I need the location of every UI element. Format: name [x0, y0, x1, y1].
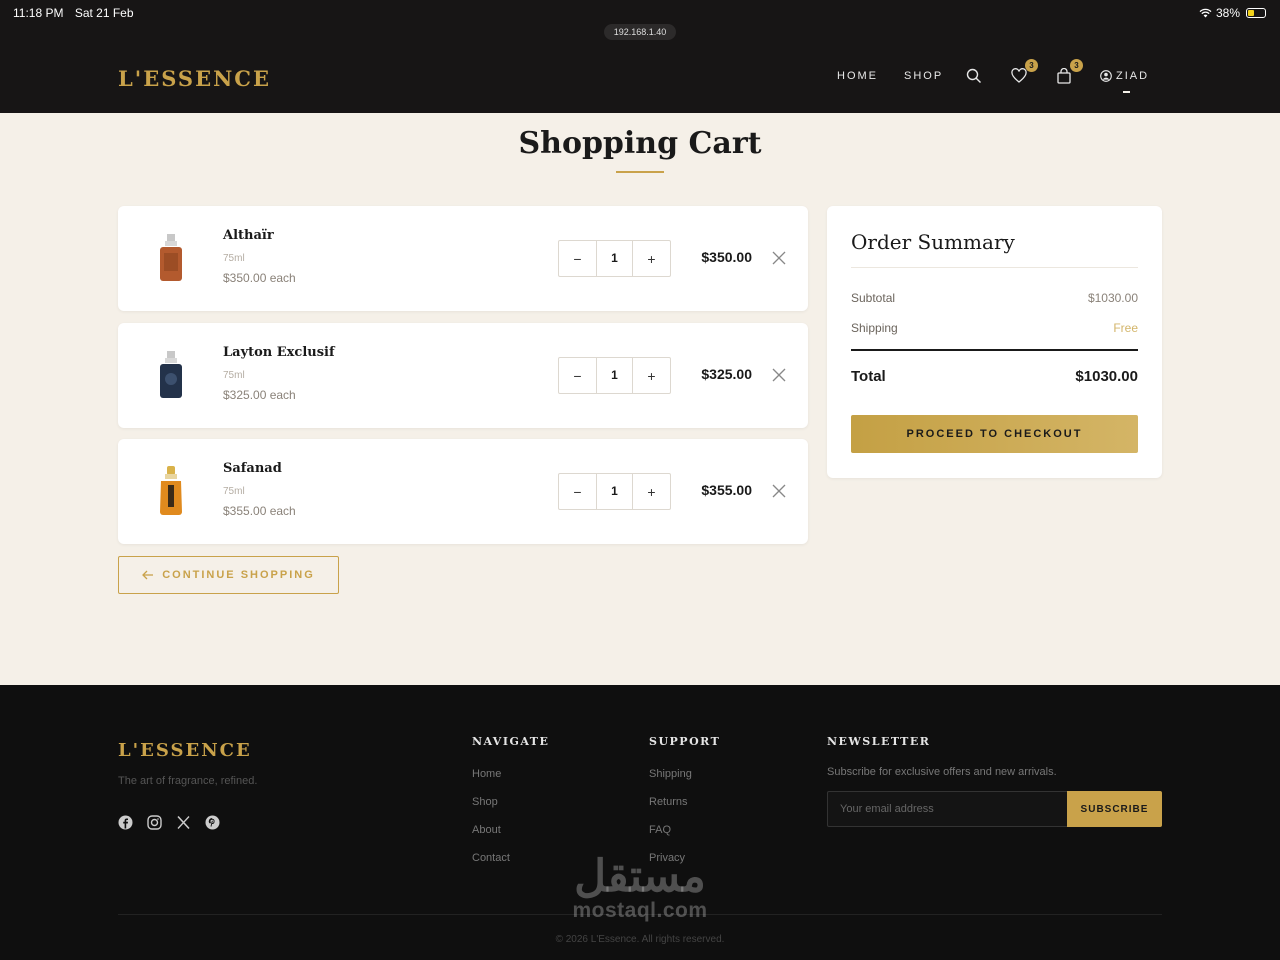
search-icon	[966, 68, 981, 83]
increase-quantity-button[interactable]: +	[633, 474, 670, 509]
item-name[interactable]: Althaïr	[223, 228, 274, 243]
continue-shopping-button[interactable]: CONTINUE SHOPPING	[118, 556, 339, 594]
cart-button[interactable]: 3	[1056, 59, 1083, 86]
footer-link-returns[interactable]: Returns	[649, 796, 688, 808]
watermark-latin: mostaql.com	[572, 899, 708, 922]
cart-item: Safanad 75ml $355.00 each − 1 + $355.00	[118, 439, 808, 544]
wifi-icon	[1199, 8, 1212, 18]
status-time: 11:18 PM	[13, 6, 64, 20]
summary-divider	[851, 267, 1138, 268]
quantity-stepper: − 1 +	[558, 357, 671, 394]
heart-icon	[1011, 68, 1027, 83]
user-icon	[1100, 70, 1112, 82]
item-size: 75ml	[223, 370, 245, 381]
shipping-value: Free	[1113, 321, 1138, 335]
total-label: Total	[851, 368, 886, 385]
x-icon[interactable]	[176, 815, 191, 830]
wishlist-count-badge: 3	[1025, 59, 1038, 72]
battery-percent: 38%	[1215, 6, 1240, 20]
url-address[interactable]: 192.168.1.40	[604, 24, 676, 40]
instagram-icon[interactable]	[147, 815, 162, 830]
title-underline	[616, 171, 664, 173]
nav-home[interactable]: HOME	[837, 70, 878, 82]
quantity-stepper: − 1 +	[558, 240, 671, 277]
site-footer: L'ESSENCE The art of fragrance, refined.…	[0, 685, 1280, 960]
subtotal-value: $1030.00	[1087, 291, 1138, 305]
copyright-text: © 2026 L'Essence. All rights reserved.	[555, 934, 725, 945]
product-image-safanad	[160, 466, 182, 515]
product-image-layton	[160, 351, 182, 398]
page-title: Shopping Cart	[518, 126, 762, 161]
increase-quantity-button[interactable]: +	[633, 358, 670, 393]
user-name: ZIAD	[1116, 70, 1150, 82]
watermark-arabic: مستقل	[574, 852, 706, 901]
status-bar-left: 11:18 PM Sat 21 Feb	[13, 6, 142, 20]
status-bar-right: 38%	[1199, 6, 1266, 20]
increase-quantity-button[interactable]: +	[633, 241, 670, 276]
footer-link-shop[interactable]: Shop	[472, 796, 498, 808]
product-image-althair	[160, 234, 182, 281]
footer-link-contact[interactable]: Contact	[472, 852, 510, 864]
decrease-quantity-button[interactable]: −	[559, 358, 596, 393]
cart-item: Layton Exclusif 75ml $325.00 each − 1 + …	[118, 323, 808, 428]
nav-shop[interactable]: SHOP	[904, 70, 943, 82]
item-size: 75ml	[223, 253, 245, 264]
status-date: Sat 21 Feb	[74, 6, 134, 20]
facebook-icon[interactable]	[118, 815, 133, 830]
item-name[interactable]: Layton Exclusif	[223, 345, 335, 360]
site-header: 11:18 PM Sat 21 Feb 38% 192.168.1.40 L'E…	[0, 0, 1280, 113]
order-summary-title: Order Summary	[851, 230, 1015, 254]
footer-link-home[interactable]: Home	[472, 768, 501, 780]
footer-brand-logo[interactable]: L'ESSENCE	[118, 740, 252, 761]
item-name[interactable]: Safanad	[223, 461, 282, 476]
footer-link-about[interactable]: About	[472, 824, 501, 836]
footer-link-shipping[interactable]: Shipping	[649, 768, 692, 780]
item-total: $350.00	[701, 249, 752, 265]
total-value: $1030.00	[1075, 368, 1138, 385]
decrease-quantity-button[interactable]: −	[559, 241, 596, 276]
shipping-label: Shipping	[851, 321, 898, 335]
quantity-value[interactable]: 1	[596, 358, 633, 393]
item-unit-price: $355.00 each	[223, 504, 296, 518]
footer-navigate-title: NAVIGATE	[472, 735, 550, 748]
social-links	[118, 815, 220, 830]
continue-shopping-label: CONTINUE SHOPPING	[162, 569, 315, 581]
footer-link-faq[interactable]: FAQ	[649, 824, 671, 836]
quantity-stepper: − 1 +	[558, 473, 671, 510]
wishlist-button[interactable]: 3	[1011, 59, 1038, 86]
footer-tagline: The art of fragrance, refined.	[118, 775, 258, 787]
shopping-bag-icon	[1057, 67, 1071, 84]
footer-support-title: SUPPORT	[649, 735, 721, 748]
pinterest-icon[interactable]	[205, 815, 220, 830]
remove-item-close-icon[interactable]	[772, 251, 786, 265]
brand-logo[interactable]: L'ESSENCE	[118, 66, 271, 91]
remove-item-close-icon[interactable]	[772, 484, 786, 498]
newsletter-email-input[interactable]	[827, 791, 1068, 827]
decrease-quantity-button[interactable]: −	[559, 474, 596, 509]
active-user-indicator	[1123, 91, 1130, 93]
user-account-button[interactable]: ZIAD	[1100, 70, 1149, 82]
subtotal-label: Subtotal	[851, 291, 896, 305]
total-divider	[851, 349, 1138, 351]
item-size: 75ml	[223, 486, 245, 497]
subscribe-button[interactable]: SUBSCRIBE	[1067, 791, 1162, 827]
footer-newsletter-title: NEWSLETTER	[827, 735, 931, 748]
proceed-to-checkout-button[interactable]: PROCEED TO CHECKOUT	[851, 415, 1138, 453]
cart-count-badge: 3	[1070, 59, 1083, 72]
item-unit-price: $325.00 each	[223, 388, 296, 402]
arrow-left-icon	[142, 570, 154, 580]
item-total: $355.00	[701, 482, 752, 498]
order-summary-panel: Order Summary Subtotal $1030.00 Shipping…	[827, 206, 1162, 478]
item-unit-price: $350.00 each	[223, 271, 296, 285]
quantity-value[interactable]: 1	[596, 474, 633, 509]
battery-icon	[1246, 8, 1266, 18]
newsletter-description: Subscribe for exclusive offers and new a…	[827, 766, 1057, 778]
remove-item-close-icon[interactable]	[772, 368, 786, 382]
search-button[interactable]	[966, 68, 984, 86]
mostaql-watermark: مستقل mostaql.com	[540, 855, 740, 923]
item-total: $325.00	[701, 366, 752, 382]
quantity-value[interactable]: 1	[596, 241, 633, 276]
cart-item: Althaïr 75ml $350.00 each − 1 + $350.00	[118, 206, 808, 311]
